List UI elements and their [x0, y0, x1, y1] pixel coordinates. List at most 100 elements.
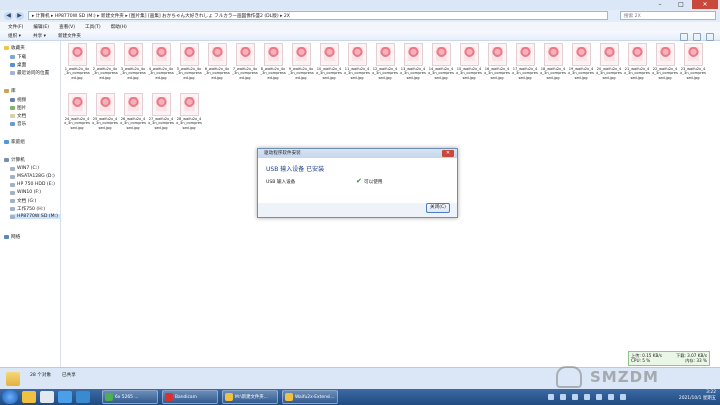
sidebar-network[interactable]: 网络: [4, 234, 20, 240]
media-player-pin-icon[interactable]: [40, 391, 54, 403]
file-item[interactable]: 19_waifu2x_4x_3n_compressed.jpg: [568, 43, 594, 91]
command-toolbar: 组织 ▾ 共享 ▾ 新建文件夹: [0, 31, 720, 41]
sidebar-favorites[interactable]: 收藏夹: [4, 45, 25, 51]
menu-file[interactable]: 文件(F): [8, 24, 23, 30]
sidebar-item-drive-h[interactable]: 工作750 (H:): [10, 206, 45, 212]
file-item[interactable]: 25_waifu2x_4x_3n_compressed.jpg: [92, 93, 118, 141]
file-item[interactable]: 1_waifu2x_4x_3n_compressed.jpg: [64, 43, 90, 91]
tray-app-icon[interactable]: [584, 394, 590, 400]
explorer-pin-icon[interactable]: [22, 391, 36, 403]
organize-button[interactable]: 组织 ▾: [8, 33, 21, 39]
forward-icon[interactable]: ▶: [15, 12, 24, 20]
tray-app-icon[interactable]: [572, 394, 578, 400]
file-item[interactable]: 8_waifu2x_4x_3n_compressed.jpg: [260, 43, 286, 91]
sidebar-item-recent[interactable]: 最近访问的位置: [10, 70, 49, 76]
file-item[interactable]: 3_waifu2x_4x_3n_compressed.jpg: [120, 43, 146, 91]
view-options-icon[interactable]: [680, 33, 688, 41]
file-item[interactable]: 13_waifu2x_4x_3n_compressed.jpg: [400, 43, 426, 91]
menu-help[interactable]: 帮助(H): [111, 24, 127, 30]
sidebar-item-drive-g[interactable]: 文档 (G:): [10, 198, 36, 204]
taskbar-item-waifu2x[interactable]: Waifu2x-Extensi...: [282, 390, 338, 404]
share-button[interactable]: 共享 ▾: [33, 33, 46, 39]
start-button[interactable]: [2, 390, 18, 404]
dialog-close-button[interactable]: 关闭(C): [426, 203, 450, 213]
drive-icon: [10, 174, 15, 179]
help-icon[interactable]: [706, 33, 714, 41]
sidebar-item-downloads[interactable]: 下载: [10, 54, 26, 60]
dialog-close-icon[interactable]: ✕: [442, 150, 454, 157]
network-tray-icon[interactable]: [596, 394, 602, 400]
sidebar-item-documents[interactable]: 文档: [10, 113, 26, 119]
file-name: 12_waifu2x_4x_3n_compressed.jpg: [372, 67, 398, 80]
sidebar-item-drive-c[interactable]: WIN7 (C:): [10, 166, 39, 171]
image-thumbnail: [179, 43, 199, 66]
file-item[interactable]: 22_waifu2x_4x_3n_compressed.jpg: [652, 43, 678, 91]
tray-app-icon[interactable]: [620, 394, 626, 400]
sidebar-item-pictures[interactable]: 图片: [10, 105, 26, 111]
sidebar-label: 工作750 (H:): [17, 207, 46, 212]
sidebar-item-drive-e[interactable]: HP 750 HDD (E:): [10, 182, 55, 187]
tray-app-icon[interactable]: [560, 394, 566, 400]
menu-view[interactable]: 查看(V): [59, 24, 75, 30]
sidebar-item-videos[interactable]: 视频: [10, 97, 26, 103]
task-label: 6x 5265 ...: [115, 394, 139, 400]
clock[interactable]: 3:22 2021/10/1 星期五: [679, 390, 716, 402]
checkmark-icon: ✔: [356, 177, 362, 185]
file-item[interactable]: 27_waifu2x_4x_3n_compressed.jpg: [148, 93, 174, 141]
taskbar-item-browser[interactable]: 6x 5265 ...: [102, 390, 158, 404]
sidebar-item-music[interactable]: 音乐: [10, 121, 26, 127]
file-item[interactable]: 10_waifu2x_4x_3n_compressed.jpg: [316, 43, 342, 91]
app-pin-icon[interactable]: [76, 391, 90, 403]
minimize-button[interactable]: –: [650, 0, 670, 9]
image-thumbnail: [95, 43, 115, 66]
ie-pin-icon[interactable]: [58, 391, 72, 403]
file-item[interactable]: 17_waifu2x_4x_3n_compressed.jpg: [512, 43, 538, 91]
file-item[interactable]: 7_waifu2x_4x_3n_compressed.jpg: [232, 43, 258, 91]
file-item[interactable]: 12_waifu2x_4x_3n_compressed.jpg: [372, 43, 398, 91]
image-thumbnail: [571, 43, 591, 66]
back-icon[interactable]: ◀: [4, 12, 13, 20]
sidebar-libraries[interactable]: 库: [4, 88, 16, 94]
network-monitor-widget[interactable]: 上传: 0.15 KB/s 下载: 3.07 KB/s CPU: 5 % 内存:…: [628, 351, 710, 366]
image-thumbnail: [263, 43, 283, 66]
sidebar-computer[interactable]: 计算机: [4, 157, 25, 163]
file-item[interactable]: 4_waifu2x_4x_3n_compressed.jpg: [148, 43, 174, 91]
file-item[interactable]: 20_waifu2x_4x_3n_compressed.jpg: [596, 43, 622, 91]
file-item[interactable]: 14_waifu2x_4x_3n_compressed.jpg: [428, 43, 454, 91]
menu-edit[interactable]: 编辑(E): [33, 24, 49, 30]
library-icon: [4, 89, 9, 93]
address-bar[interactable]: ▸ 计算机 ▸ HP8770W SD (M:) ▸ 新建文件夹 ▸ [图片集] …: [28, 11, 608, 20]
file-item[interactable]: 24_waifu2x_4x_3n_compressed.jpg: [64, 93, 90, 141]
volume-icon[interactable]: [608, 394, 614, 400]
file-item[interactable]: 21_waifu2x_4x_3n_compressed.jpg: [624, 43, 650, 91]
sidebar-homegroup[interactable]: 家庭组: [4, 139, 25, 145]
tray-arrow-icon[interactable]: [548, 394, 554, 400]
taskbar-item-explorer[interactable]: M:\新建文件夹...: [222, 390, 278, 404]
taskbar-item-bandicam[interactable]: Bandicam: [162, 390, 218, 404]
new-folder-button[interactable]: 新建文件夹: [58, 33, 81, 39]
file-item[interactable]: 23_waifu2x_4x_3n_compressed.jpg: [680, 43, 706, 91]
file-item[interactable]: 28_waifu2x_4x_3n_compressed.jpg: [176, 93, 202, 141]
close-window-button[interactable]: ✕: [692, 0, 718, 9]
sidebar-item-drive-m[interactable]: HP8770W SD (M:): [10, 214, 61, 219]
file-item[interactable]: 9_waifu2x_4x_3n_compressed.jpg: [288, 43, 314, 91]
file-item[interactable]: 6_waifu2x_4x_3n_compressed.jpg: [204, 43, 230, 91]
preview-pane-icon[interactable]: [693, 33, 701, 41]
search-input[interactable]: 搜索 2X: [620, 11, 716, 20]
file-item[interactable]: 18_waifu2x_4x_3n_compressed.jpg: [540, 43, 566, 91]
file-item[interactable]: 16_waifu2x_4x_3n_compressed.jpg: [484, 43, 510, 91]
file-item[interactable]: 26_waifu2x_4x_3n_compressed.jpg: [120, 93, 146, 141]
file-item[interactable]: 11_waifu2x_4x_3n_compressed.jpg: [344, 43, 370, 91]
sidebar-item-drive-f[interactable]: WIN10 (F:): [10, 190, 41, 195]
thumbnail-illustration: [435, 47, 447, 61]
file-name: 20_waifu2x_4x_3n_compressed.jpg: [596, 67, 622, 80]
file-item[interactable]: 2_waifu2x_4x_3n_compressed.jpg: [92, 43, 118, 91]
sidebar-label: 收藏夹: [11, 46, 25, 51]
menu-tools[interactable]: 工具(T): [85, 24, 101, 30]
sidebar-item-desktop[interactable]: 桌面: [10, 62, 26, 68]
file-name: 5_waifu2x_4x_3n_compressed.jpg: [176, 67, 202, 80]
maximize-button[interactable]: □: [671, 0, 691, 9]
file-item[interactable]: 15_waifu2x_4x_3n_compressed.jpg: [456, 43, 482, 91]
sidebar-item-drive-d[interactable]: MSATA128G (D:): [10, 174, 55, 179]
file-item[interactable]: 5_waifu2x_4x_3n_compressed.jpg: [176, 43, 202, 91]
